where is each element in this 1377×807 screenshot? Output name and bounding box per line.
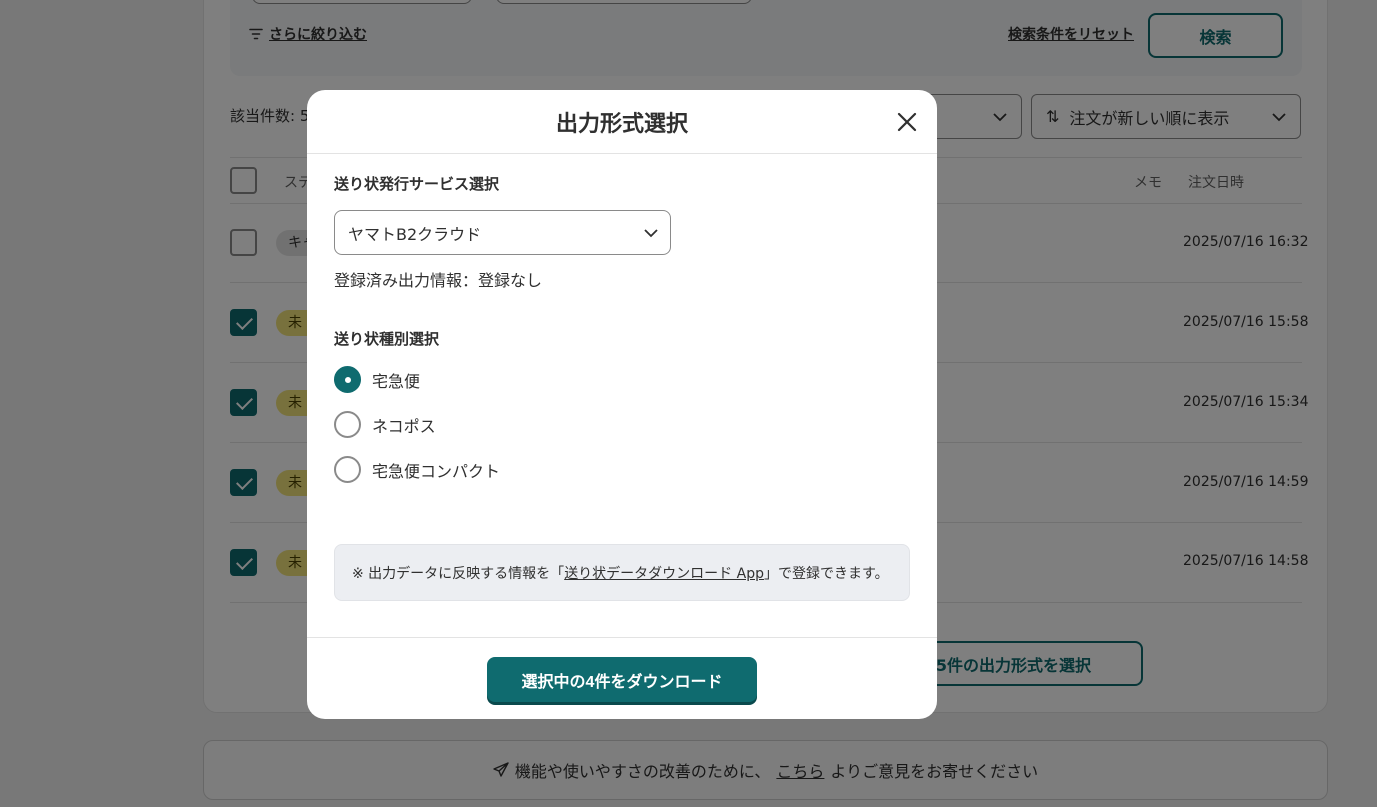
service-select[interactable]: ヤマトB2クラウド — [334, 210, 671, 255]
modal-header: 出力形式選択 — [307, 90, 937, 154]
note-text-after: 」で登録できます。 — [764, 565, 889, 582]
radio-button[interactable] — [334, 456, 361, 483]
close-button[interactable] — [893, 108, 921, 136]
registered-info: 登録済み出力情報：登録なし — [334, 271, 543, 290]
info-note: ※ 出力データに反映する情報を「 送り状データダウンロード App 」で登録できます… — [334, 544, 910, 601]
radio-option-takkyubin[interactable]: 宅急便 — [334, 366, 420, 393]
service-select-value: ヤマトB2クラウド — [348, 224, 482, 244]
radio-label: 宅急便 — [372, 371, 421, 391]
chevron-down-icon — [644, 229, 658, 238]
radio-button[interactable] — [334, 366, 361, 393]
download-selected-button[interactable]: 選択中の4件をダウンロード — [487, 657, 757, 702]
radio-button[interactable] — [334, 411, 361, 438]
modal-title: 出力形式選択 — [555, 111, 688, 137]
service-section-label: 送り状発行サービス選択 — [334, 175, 500, 193]
note-app-link[interactable]: 送り状データダウンロード App — [564, 563, 764, 583]
radio-option-nekopos[interactable]: ネコポス — [334, 411, 436, 438]
type-section-label: 送り状種別選択 — [334, 330, 440, 348]
output-format-modal: 出力形式選択 送り状発行サービス選択 ヤマトB2クラウド 登録済み出力情報：登録… — [307, 90, 937, 719]
note-text-before: ※ 出力データに反映する情報を「 — [352, 565, 565, 582]
modal-footer: 選択中の4件をダウンロード — [307, 637, 937, 719]
radio-label: 宅急便コンパクト — [372, 461, 501, 481]
close-icon — [897, 112, 917, 132]
radio-option-compact[interactable]: 宅急便コンパクト — [334, 456, 500, 483]
radio-label: ネコポス — [372, 416, 436, 436]
modal-body: 送り状発行サービス選択 ヤマトB2クラウド 登録済み出力情報：登録なし 送り状種… — [307, 154, 937, 637]
